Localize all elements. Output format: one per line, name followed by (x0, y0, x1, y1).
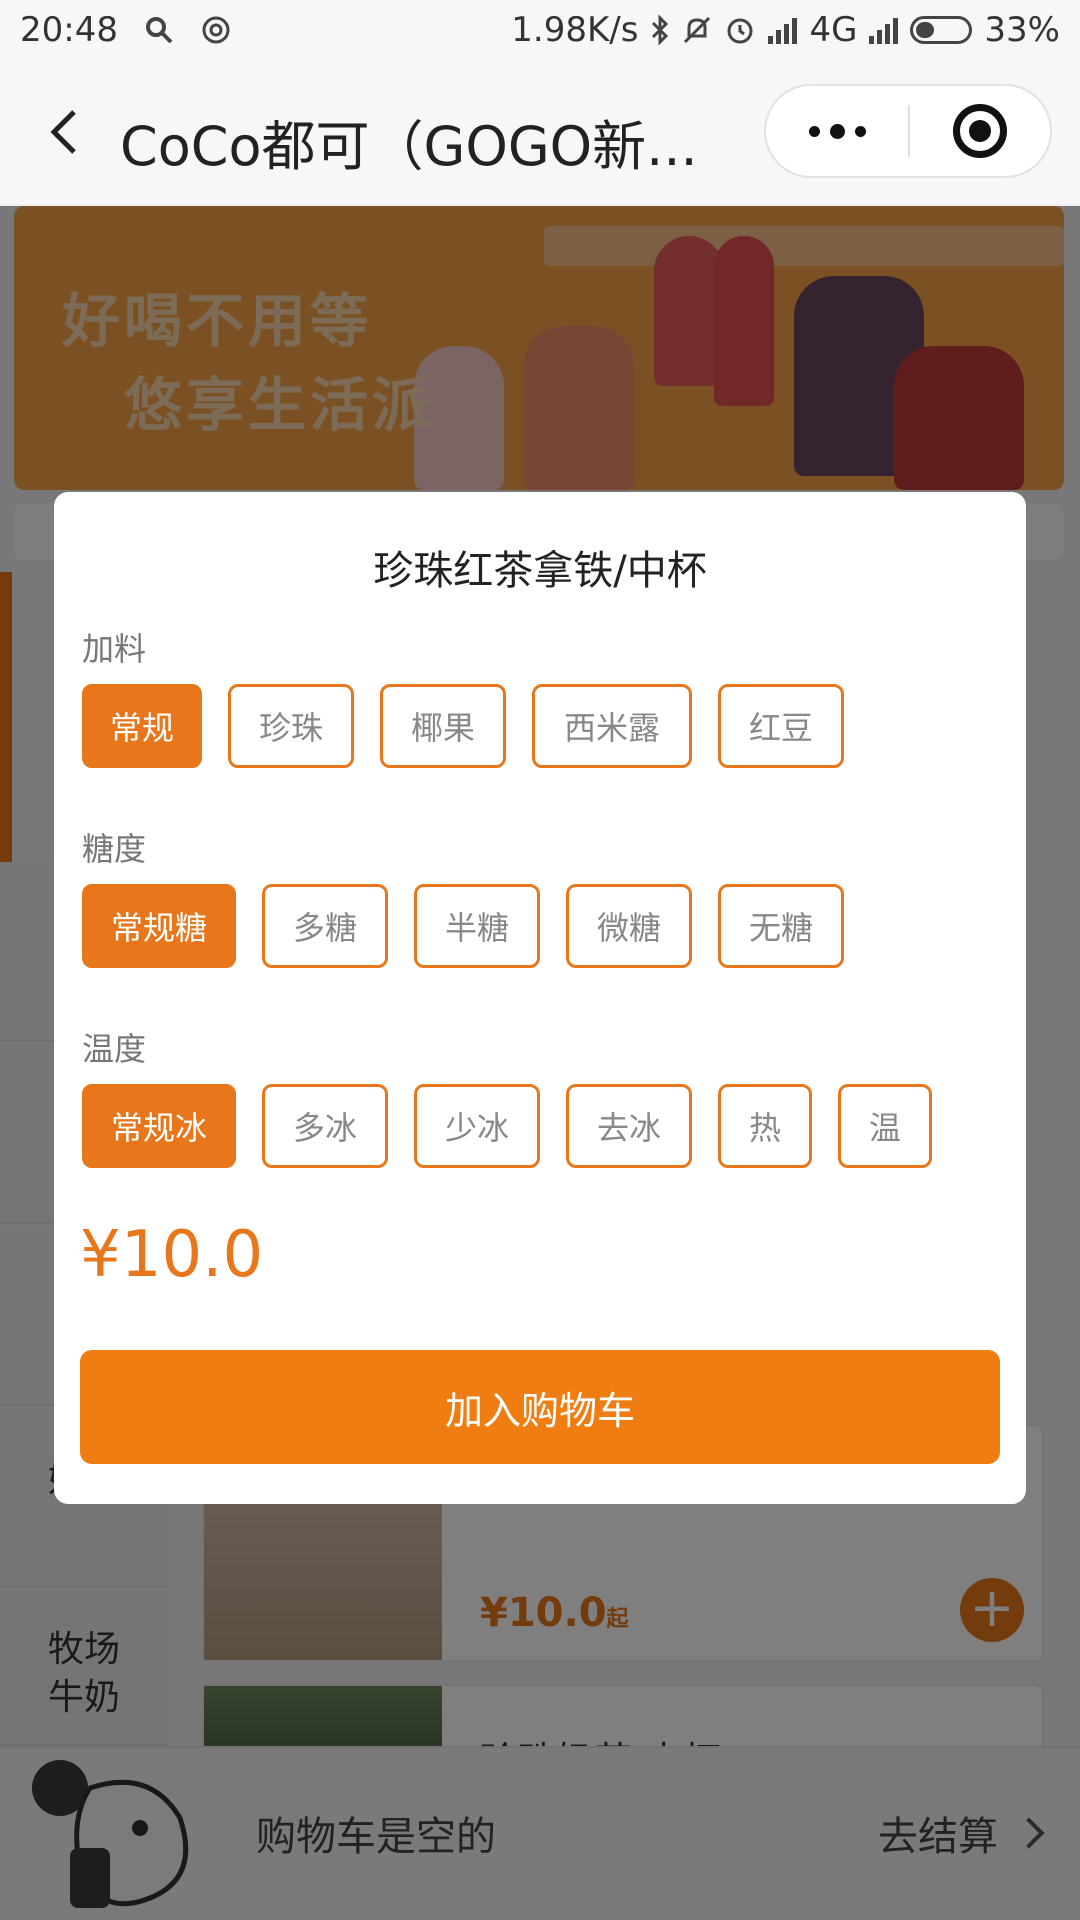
option-sugar[interactable]: 无糖 (718, 884, 844, 968)
network-type: 4G (809, 10, 858, 50)
bluetooth-icon (652, 14, 669, 46)
option-topping[interactable]: 珍珠 (228, 684, 354, 768)
option-sugar[interactable]: 多糖 (262, 884, 388, 968)
option-sugar[interactable]: 微糖 (566, 884, 692, 968)
more-dot-icon (829, 123, 845, 139)
mute-bell-icon (684, 16, 711, 44)
modal-price: ¥10.0 (80, 1218, 264, 1292)
option-temperature[interactable]: 常规冰 (82, 1084, 236, 1168)
section-label-temperature: 温度 (82, 1030, 147, 1068)
more-dot-icon (808, 125, 820, 137)
status-time: 20:48 (20, 10, 118, 50)
battery-icon (910, 16, 973, 44)
close-mini-program-button[interactable] (910, 104, 1050, 158)
option-sugar[interactable]: 半糖 (414, 884, 540, 968)
signal-icon (768, 16, 798, 44)
alarm-icon (727, 18, 753, 44)
option-sugar[interactable]: 常规糖 (82, 884, 236, 968)
option-topping[interactable]: 西米露 (532, 684, 692, 768)
signal-icon-2 (869, 16, 899, 44)
product-options-modal: 珍珠红茶拿铁/中杯 加料 常规 珍珠 椰果 西米露 红豆 糖度 常规糖 多糖 半… (54, 492, 1026, 1504)
toppings-options: 常规 珍珠 椰果 西米露 红豆 (82, 684, 844, 768)
option-temperature[interactable]: 温 (838, 1084, 932, 1168)
battery-percent: 33% (984, 10, 1060, 50)
option-topping[interactable]: 常规 (82, 684, 202, 768)
option-temperature[interactable]: 多冰 (262, 1084, 388, 1168)
option-topping[interactable]: 红豆 (718, 684, 844, 768)
option-temperature[interactable]: 少冰 (414, 1084, 540, 1168)
back-arrow-icon[interactable] (44, 108, 84, 156)
mini-program-capsule (764, 84, 1052, 178)
more-dot-icon (854, 125, 866, 137)
option-topping[interactable]: 椰果 (380, 684, 506, 768)
network-speed: 1.98K/s (511, 10, 639, 50)
option-temperature[interactable]: 去冰 (566, 1084, 692, 1168)
screen: 20:48 1.98K/s 4G 33% CoCo都可（GOGO新... 珍珠红… (0, 0, 1080, 1920)
more-menu-button[interactable] (766, 123, 908, 139)
section-label-toppings: 加料 (82, 630, 147, 668)
add-to-cart-button[interactable]: 加入购物车 (80, 1350, 1000, 1464)
weibo-icon (202, 16, 230, 44)
page-title: CoCo都可（GOGO新... (120, 115, 698, 178)
section-label-sugar: 糖度 (82, 830, 147, 868)
nav-bar: CoCo都可（GOGO新... (0, 60, 1080, 204)
status-bar: 20:48 1.98K/s 4G 33% (0, 0, 1080, 60)
option-temperature[interactable]: 热 (718, 1084, 812, 1168)
temperature-options: 常规冰 多冰 少冰 去冰 热 温 (82, 1084, 932, 1168)
modal-title: 珍珠红茶拿铁/中杯 (373, 548, 707, 594)
search-icon (145, 17, 173, 44)
target-icon (953, 104, 1007, 158)
sugar-options: 常规糖 多糖 半糖 微糖 无糖 (82, 884, 844, 968)
